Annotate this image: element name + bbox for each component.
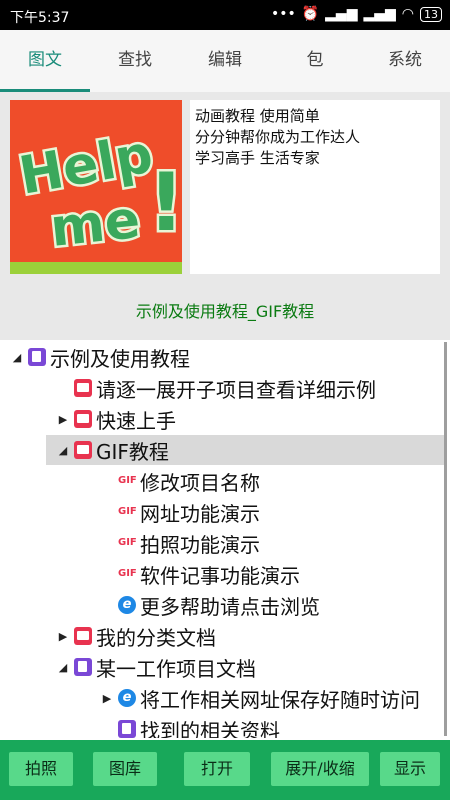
tree-node-label: 软件记事功能演示	[140, 563, 300, 588]
caption: 示例及使用教程_GIF教程	[135, 302, 315, 321]
help-me-illustration: Help me !	[10, 100, 187, 274]
open-button[interactable]: 打开	[184, 752, 250, 786]
browser-icon: e	[118, 689, 136, 707]
tree-list: ◢ 示例及使用教程 请逐一展开子项目查看详细示例 ▶ 快速上手 ◢ GIF教程 …	[0, 340, 450, 738]
display-button[interactable]: 显示	[380, 752, 440, 786]
image-icon	[74, 379, 92, 397]
info-line: 动画教程 使用简单	[195, 107, 320, 125]
bottom-toolbar: 拍照 图库 打开 展开/收缩 显示	[0, 740, 450, 800]
status-time: 下午5:37	[10, 10, 70, 26]
gif-icon: GIF	[118, 506, 137, 517]
dots-icon: •••	[270, 6, 296, 22]
help-me-image[interactable]: Help me !	[10, 100, 187, 274]
note-icon	[28, 348, 46, 366]
tree-node-my-docs[interactable]: ▶ 我的分类文档	[56, 621, 216, 651]
signal-icon: ▂▄▆	[363, 6, 396, 22]
tree-node-gif-tutorial[interactable]: ◢ GIF教程	[46, 435, 446, 465]
tree-node-label: 拍照功能演示	[140, 532, 260, 557]
expand-arrow-icon[interactable]: ◢	[56, 444, 70, 457]
tree-node-photo-demo[interactable]: GIF 拍照功能演示	[100, 528, 260, 558]
tree-node-save-urls[interactable]: ▶ e 将工作相关网址保存好随时访问	[100, 683, 420, 713]
tree-node-work-project[interactable]: ◢ 某一工作项目文档	[56, 652, 256, 682]
tab-edit[interactable]: 编辑	[180, 30, 270, 92]
svg-text:me: me	[48, 190, 143, 259]
tab-package[interactable]: 包	[270, 30, 360, 92]
wifi-icon: ◠	[401, 6, 414, 22]
tree-node-label: 请逐一展开子项目查看详细示例	[96, 377, 376, 402]
tab-bar: 图文 查找 编辑 包 系统	[0, 30, 450, 93]
tree-node-rename[interactable]: GIF 修改项目名称	[100, 466, 260, 496]
collapse-arrow-icon[interactable]: ▶	[100, 692, 114, 705]
alarm-icon: ⏰	[301, 6, 320, 22]
tree-node-label: 示例及使用教程	[50, 346, 190, 371]
scrollbar[interactable]	[444, 342, 447, 736]
info-line: 分分钟帮你成为工作达人	[195, 128, 361, 146]
tab-search[interactable]: 查找	[90, 30, 180, 92]
battery-icon: 13	[420, 6, 442, 22]
tree-node-label: 快速上手	[96, 408, 176, 433]
tab-system[interactable]: 系统	[360, 30, 450, 92]
browser-icon: e	[118, 596, 136, 614]
tree-node-label: 更多帮助请点击浏览	[140, 594, 320, 619]
image-icon	[74, 441, 92, 459]
gif-icon: GIF	[118, 568, 137, 579]
tree-node-quick-start[interactable]: ▶ 快速上手	[56, 404, 176, 434]
tree-node-related-info[interactable]: 找到的相关资料	[100, 714, 280, 738]
expand-arrow-icon[interactable]: ◢	[56, 661, 70, 674]
status-bar: 下午5:37 ••• ⏰ ▂▄▆ ▂▄▆ ◠ 13	[0, 0, 450, 30]
tree-node-label: 找到的相关资料	[140, 718, 280, 739]
tree-node-label: 修改项目名称	[140, 470, 260, 495]
tree-node-more-help[interactable]: e 更多帮助请点击浏览	[100, 590, 320, 620]
collapse-arrow-icon[interactable]: ▶	[56, 630, 70, 643]
note-icon	[118, 720, 136, 738]
tree-node-label: 将工作相关网址保存好随时访问	[140, 687, 420, 712]
tree-node-label: 某一工作项目文档	[96, 656, 256, 681]
expand-arrow-icon[interactable]: ◢	[10, 351, 24, 364]
info-line: 学习高手 生活专家	[195, 149, 320, 167]
take-photo-button[interactable]: 拍照	[9, 752, 73, 786]
tree-node-label: GIF教程	[96, 439, 169, 464]
tree-node-notes-demo[interactable]: GIF 软件记事功能演示	[100, 559, 300, 589]
expand-collapse-button[interactable]: 展开/收缩	[271, 752, 369, 786]
tree-node-label: 我的分类文档	[96, 625, 216, 650]
svg-text:!: !	[148, 156, 182, 249]
info-text: 动画教程 使用简单 分分钟帮你成为工作达人 学习高手 生活专家	[190, 100, 440, 274]
note-icon	[74, 658, 92, 676]
tab-graphics[interactable]: 图文	[0, 30, 90, 92]
gif-icon: GIF	[118, 537, 137, 548]
status-icons: ••• ⏰ ▂▄▆ ▂▄▆ ◠ 13	[271, 6, 442, 22]
image-icon	[74, 627, 92, 645]
tree-node-url-demo[interactable]: GIF 网址功能演示	[100, 497, 260, 527]
image-icon	[74, 410, 92, 428]
signal-icon: ▂▄▆	[325, 6, 358, 22]
gif-icon: GIF	[118, 475, 137, 486]
gallery-button[interactable]: 图库	[93, 752, 157, 786]
tree-node-tutorial[interactable]: ◢ 示例及使用教程	[10, 342, 190, 372]
info-panel: Help me ! 动画教程 使用简单 分分钟帮你成为工作达人 学习高手 生活专…	[0, 92, 450, 340]
collapse-arrow-icon[interactable]: ▶	[56, 413, 70, 426]
tree-node-label: 网址功能演示	[140, 501, 260, 526]
tree-node-expand-hint[interactable]: 请逐一展开子项目查看详细示例	[56, 373, 376, 403]
